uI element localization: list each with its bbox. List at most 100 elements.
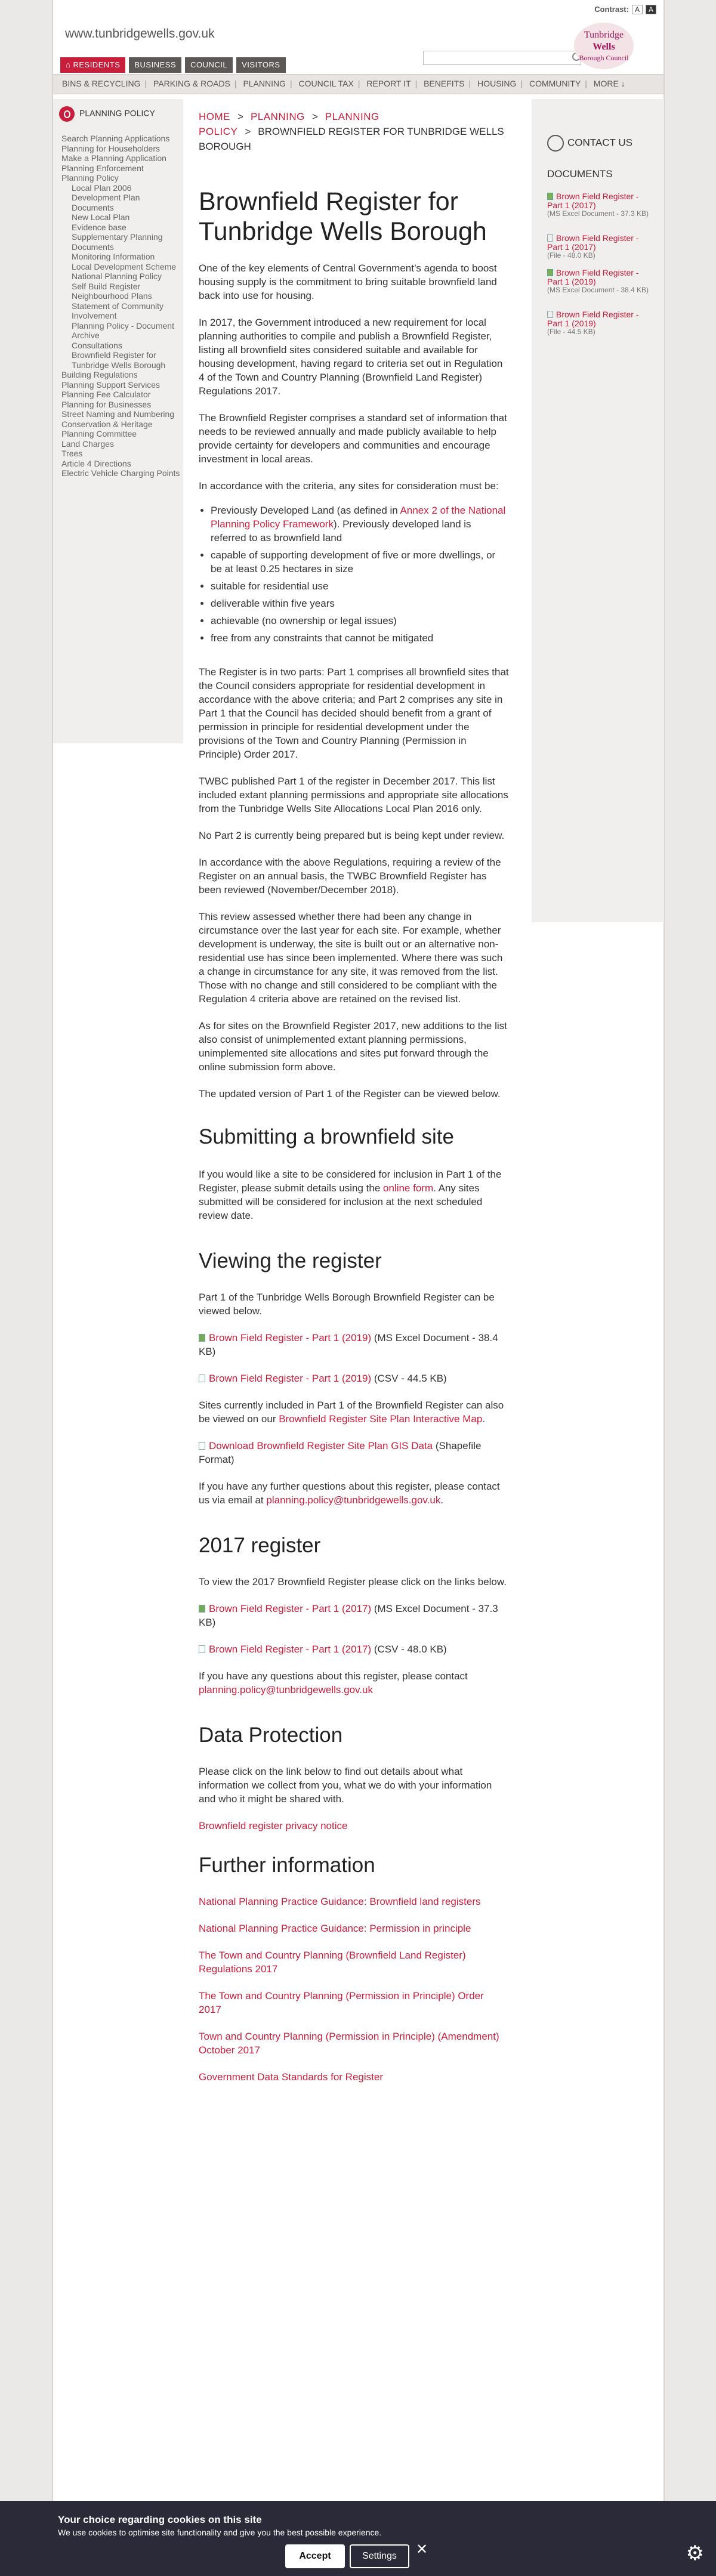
excel-file-icon: [547, 269, 553, 276]
sidebar-item[interactable]: Local Plan 2006: [61, 183, 181, 193]
register-2019-excel-link[interactable]: Brown Field Register - Part 1 (2019): [209, 1332, 371, 1343]
sidebar-item[interactable]: Land Charges: [61, 439, 181, 449]
register-2017-csv-link[interactable]: Brown Field Register - Part 1 (2017): [209, 1644, 371, 1655]
further-info-link[interactable]: Town and Country Planning (Permission in…: [199, 2031, 499, 2056]
sidebar-item[interactable]: Monitoring Information: [61, 252, 181, 262]
sidebar-item[interactable]: National Planning Policy: [61, 271, 181, 282]
nav-planning[interactable]: PLANNING: [243, 79, 286, 88]
tab-business[interactable]: BUSINESS: [129, 57, 182, 73]
sidebar-item[interactable]: Planning Enforcement: [61, 163, 181, 174]
sidebar-item[interactable]: Planning for Businesses: [61, 400, 181, 410]
email-link[interactable]: planning.policy@tunbridgewells.gov.uk: [266, 1494, 440, 1506]
privacy-notice-link[interactable]: Brownfield register privacy notice: [199, 1820, 347, 1831]
register-2019-csv-link[interactable]: Brown Field Register - Part 1 (2019): [209, 1373, 371, 1384]
further-info-link[interactable]: National Planning Practice Guidance: Per…: [199, 1923, 471, 1934]
document-detail: (File - 44.5 KB): [547, 328, 595, 336]
document-link[interactable]: Brown Field Register - Part 1 (2019): [547, 268, 639, 286]
document-detail: (MS Excel Document - 37.3 KB): [547, 209, 649, 218]
sidebar-item[interactable]: Electric Vehicle Charging Points: [61, 468, 181, 478]
sidebar-item[interactable]: Neighbourhood Plans: [61, 291, 181, 301]
sidebar-item[interactable]: Development Plan Documents: [61, 193, 181, 212]
tab-visitors[interactable]: VISITORS: [236, 57, 286, 73]
sidebar-item[interactable]: Search Planning Applications: [61, 134, 181, 144]
tab-residents[interactable]: ⌂ RESIDENTS: [60, 57, 126, 73]
nav-housing[interactable]: HOUSING: [477, 79, 516, 88]
sidebar-item[interactable]: Planning for Householders: [61, 144, 181, 154]
contact-label: CONTACT US: [567, 137, 632, 149]
sidebar-item[interactable]: Evidence base: [61, 223, 181, 233]
page: Contrast: A A www.tunbridgewells.gov.uk Tu…: [52, 0, 665, 2576]
main-nav: BINS & RECYCLING | PARKING & ROADS | PLANN…: [53, 74, 663, 94]
paragraph: In 2017, the Government introduced a new…: [199, 317, 503, 397]
nav-parking[interactable]: PARKING & ROADS: [153, 79, 230, 88]
nav-report-it[interactable]: REPORT IT: [366, 79, 411, 88]
document-link[interactable]: Brown Field Register - Part 1 (2017): [547, 191, 639, 210]
sidebar-item[interactable]: Street Naming and Numbering: [61, 409, 181, 419]
further-info-link[interactable]: National Planning Practice Guidance: Bro…: [199, 1896, 480, 1907]
breadcrumb-home[interactable]: HOME: [199, 111, 230, 122]
criteria-item: free from any constraints that cannot be…: [211, 631, 509, 645]
email-link[interactable]: planning.policy@tunbridgewells.gov.uk: [199, 1684, 373, 1695]
sidebar-item[interactable]: Planning Policy: [61, 173, 181, 183]
breadcrumb-planning[interactable]: PLANNING: [251, 111, 305, 122]
cookie-settings-button[interactable]: Settings: [350, 2544, 409, 2568]
nav-bins[interactable]: BINS & RECYCLING: [62, 79, 140, 88]
paragraph: If you have any questions about this reg…: [199, 1669, 509, 1697]
right-sidebar: CONTACT US DOCUMENTS Brown Field Registe…: [532, 99, 664, 922]
text: .: [440, 1494, 444, 1506]
further-info-link[interactable]: Government Data Standards for Register: [199, 2071, 383, 2083]
close-icon[interactable]: ✕: [416, 2541, 428, 2558]
contact-us-link[interactable]: CONTACT US: [547, 135, 632, 152]
sidebar-item[interactable]: Planning Committee: [61, 429, 181, 439]
document-link[interactable]: Brown Field Register - Part 1 (2019): [547, 310, 639, 328]
sidebar-item[interactable]: Planning Fee Calculator: [61, 390, 181, 400]
register-2017-excel-link[interactable]: Brown Field Register - Part 1 (2017): [209, 1603, 371, 1614]
paragraph: The Brownfield Register comprises a stan…: [199, 412, 507, 465]
contrast-normal-button[interactable]: A: [631, 5, 643, 14]
sidebar-item[interactable]: Trees: [61, 449, 181, 459]
breadcrumb-separator: >: [245, 126, 251, 137]
nav-community[interactable]: COMMUNITY: [529, 79, 581, 88]
document-item: Brown Field Register - Part 1 (2017) (Fil…: [547, 234, 655, 259]
document-link-item: Brown Field Register - Part 1 (2017) (MS…: [199, 1602, 509, 1629]
sidebar-item[interactable]: New Local Plan: [61, 212, 181, 223]
sidebar-item[interactable]: Building Regulations: [61, 370, 181, 380]
file-icon: [199, 1442, 205, 1450]
article: Brownfield Register for Tunbridge Wells …: [199, 187, 509, 2084]
document-link[interactable]: Brown Field Register - Part 1 (2017): [547, 233, 639, 252]
accept-cookies-button[interactable]: Accept: [285, 2544, 345, 2568]
sidebar-item[interactable]: Make a Planning Application: [61, 153, 181, 163]
tab-council[interactable]: COUNCIL: [185, 57, 233, 73]
criteria-list: Previously Developed Land (as defined in…: [199, 504, 509, 645]
link-item: Government Data Standards for Register: [199, 2070, 509, 2084]
documents-heading: DOCUMENTS: [547, 168, 613, 180]
online-form-link[interactable]: online form: [383, 1182, 433, 1194]
gis-data-link[interactable]: Download Brownfield Register Site Plan G…: [209, 1440, 433, 1451]
sidebar-item[interactable]: Supplementary Planning Documents: [61, 232, 181, 252]
sidebar-item[interactable]: Planning Policy - Document Archive: [61, 321, 181, 341]
interactive-map-link[interactable]: Brownfield Register Site Plan Interactiv…: [279, 1413, 482, 1425]
sidebar-item[interactable]: Consultations: [61, 341, 181, 351]
further-info-link[interactable]: The Town and Country Planning (Permissio…: [199, 1990, 484, 2015]
site-url[interactable]: www.tunbridgewells.gov.uk: [65, 27, 215, 41]
sidebar-item[interactable]: Statement of Community Involvement: [61, 301, 181, 321]
criteria-item: Previously Developed Land (as defined in…: [211, 504, 509, 545]
paragraph: No Part 2 is currently being prepared bu…: [199, 830, 505, 841]
page-title: Brownfield Register for Tunbridge Wells …: [199, 187, 487, 246]
paragraph: This review assessed whether there had b…: [199, 911, 503, 1005]
council-logo[interactable]: Tunbridge Wells Borough Council: [574, 23, 634, 69]
sidebar-item[interactable]: Local Development Scheme: [61, 262, 181, 272]
sidebar-item[interactable]: Planning Support Services: [61, 380, 181, 390]
sidebar-item[interactable]: Brownfield Register for Tunbridge Wells …: [61, 350, 181, 370]
sidebar-item[interactable]: Self Build Register: [61, 282, 181, 292]
sidebar-item[interactable]: Conservation & Heritage: [61, 419, 181, 430]
search-input[interactable]: [423, 51, 581, 65]
paragraph: Please click on the link below to find o…: [199, 1766, 492, 1805]
nav-benefits[interactable]: BENEFITS: [424, 79, 464, 88]
nav-more[interactable]: MORE ↓: [594, 79, 625, 88]
contrast-high-button[interactable]: A: [645, 5, 656, 14]
sidebar-item[interactable]: Article 4 Directions: [61, 459, 181, 469]
sidebar-title-label: PLANNING POLICY: [79, 108, 155, 118]
further-info-link[interactable]: The Town and Country Planning (Brownfiel…: [199, 1950, 466, 1975]
nav-council-tax[interactable]: COUNCIL TAX: [299, 79, 354, 88]
